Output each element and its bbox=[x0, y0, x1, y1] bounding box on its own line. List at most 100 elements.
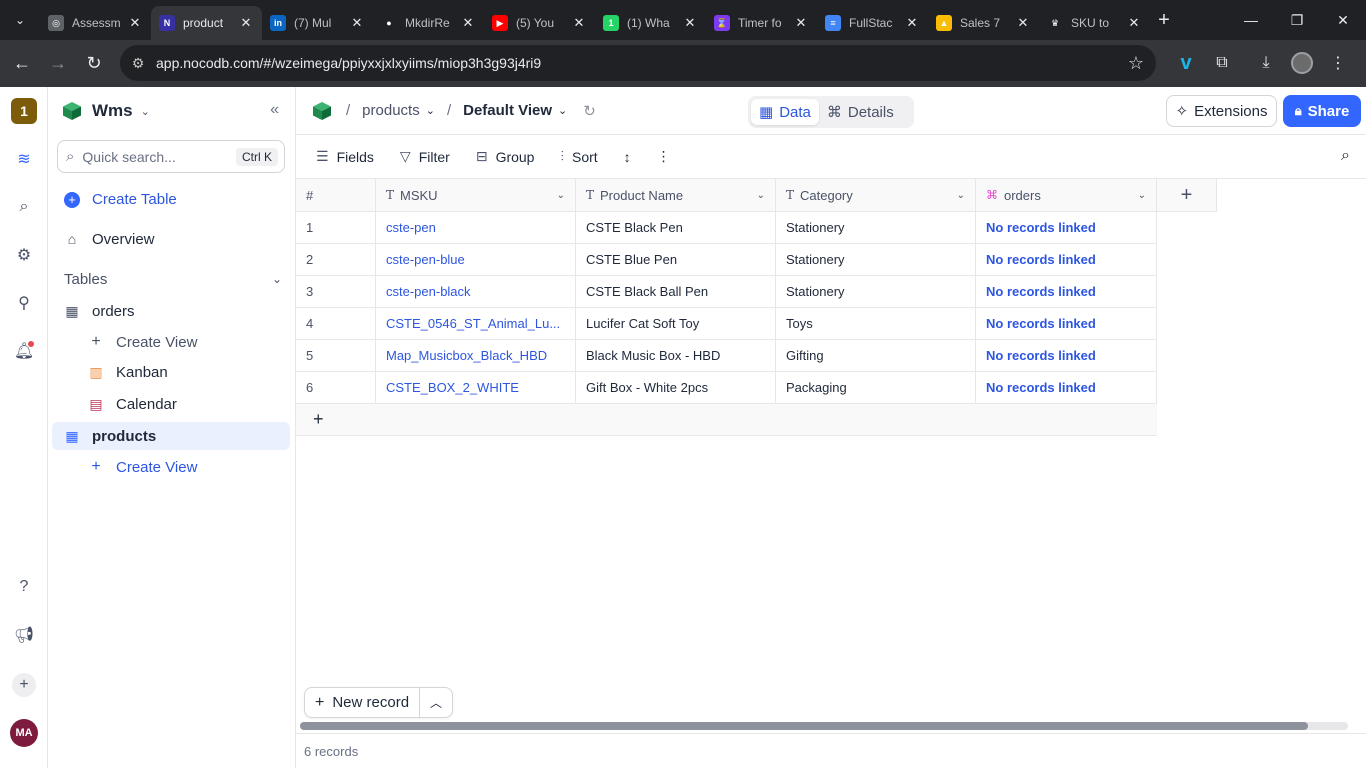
cell-orders-link[interactable]: No records linked bbox=[976, 340, 1157, 372]
cell-category[interactable]: Toys bbox=[776, 308, 976, 340]
announcements-megaphone-icon[interactable]: 📢︎ bbox=[14, 625, 34, 645]
scrollbar-thumb[interactable] bbox=[300, 722, 1308, 730]
cell-orders-link[interactable]: No records linked bbox=[976, 308, 1157, 340]
close-window-button[interactable]: ✕ bbox=[1320, 0, 1366, 40]
cell-row-number[interactable]: 2 bbox=[296, 244, 376, 276]
close-tab-icon[interactable]: ✕ bbox=[460, 15, 476, 31]
cell-orders-link[interactable]: No records linked bbox=[976, 372, 1157, 404]
cell-product-name[interactable]: CSTE Blue Pen bbox=[576, 244, 776, 276]
notifications-bell-icon[interactable]: 🔔︎ bbox=[14, 341, 34, 361]
bookmark-star-icon[interactable]: ☆ bbox=[1116, 53, 1156, 74]
close-tab-icon[interactable]: ✕ bbox=[349, 15, 365, 31]
horizontal-scrollbar[interactable] bbox=[300, 722, 1348, 730]
sidebar-item-products[interactable]: ▦ products bbox=[52, 422, 290, 450]
tab-search-chevron-icon[interactable]: ⌄ bbox=[0, 0, 40, 40]
browser-tab[interactable]: ▲ Sales 7 ✕ bbox=[928, 6, 1039, 40]
chevron-down-icon[interactable]: ⌄ bbox=[757, 190, 765, 201]
browser-tab[interactable]: 1 (1) Wha ✕ bbox=[595, 6, 706, 40]
column-header-msku[interactable]: T MSKU ⌄ bbox=[376, 179, 576, 212]
column-header-product-name[interactable]: T Product Name ⌄ bbox=[576, 179, 776, 212]
chevron-down-icon[interactable]: ⌄ bbox=[1138, 190, 1146, 201]
extensions-puzzle-icon[interactable]: ⧉ bbox=[1204, 46, 1240, 80]
base-header[interactable]: Wms ⌄ bbox=[62, 99, 150, 123]
cell-row-number[interactable]: 6 bbox=[296, 372, 376, 404]
cell-msku[interactable]: CSTE_BOX_2_WHITE bbox=[376, 372, 576, 404]
overview-link[interactable]: ⌂ Overview bbox=[52, 225, 290, 253]
download-icon[interactable]: ⤓ bbox=[1248, 46, 1284, 80]
cell-msku[interactable]: Map_Musicbox_Black_HBD bbox=[376, 340, 576, 372]
chevron-up-icon[interactable]: ︿ bbox=[420, 694, 452, 711]
reload-button[interactable]: ↻ bbox=[76, 46, 112, 82]
search-records-icon[interactable]: ⌕ bbox=[1341, 147, 1350, 165]
minimize-button[interactable]: — bbox=[1228, 0, 1274, 40]
create-view-button[interactable]: + Create View bbox=[76, 328, 290, 356]
cell-row-number[interactable]: 1 bbox=[296, 212, 376, 244]
filter-button[interactable]: ▽ Filter bbox=[390, 143, 460, 171]
cell-category[interactable]: Stationery bbox=[776, 244, 976, 276]
cell-category[interactable]: Stationery bbox=[776, 276, 976, 308]
chevron-down-icon[interactable]: ⌄ bbox=[957, 190, 965, 201]
integrations-plug-icon[interactable]: ⚲ bbox=[14, 293, 34, 313]
browser-tab[interactable]: ≡ FullStac ✕ bbox=[817, 6, 928, 40]
close-tab-icon[interactable]: ✕ bbox=[1015, 15, 1031, 31]
new-record-button[interactable]: + New record bbox=[305, 688, 421, 717]
cell-row-number[interactable]: 3 bbox=[296, 276, 376, 308]
browser-tab[interactable]: Nproduct ✕ bbox=[151, 6, 262, 40]
breadcrumb-view-name[interactable]: Default View bbox=[463, 102, 552, 119]
cell-msku[interactable]: cste-pen-black bbox=[376, 276, 576, 308]
sort-button[interactable]: ⫶ Sort bbox=[550, 143, 607, 171]
user-avatar[interactable]: MA bbox=[10, 719, 38, 747]
create-table-button[interactable]: + Create Table bbox=[52, 185, 290, 213]
search-icon[interactable]: ⌕ bbox=[14, 197, 34, 217]
add-column-button[interactable]: + bbox=[1157, 179, 1217, 212]
settings-gear-icon[interactable]: ⚙ bbox=[14, 245, 34, 265]
column-header-orders[interactable]: ⌘ orders ⌄ bbox=[976, 179, 1157, 212]
restore-button[interactable]: ❐ bbox=[1274, 0, 1320, 40]
sidebar-item-kanban[interactable]: ▥ Kanban bbox=[76, 358, 290, 386]
cell-category[interactable]: Stationery bbox=[776, 212, 976, 244]
cell-row-number[interactable]: 5 bbox=[296, 340, 376, 372]
cell-product-name[interactable]: Black Music Box - HBD bbox=[576, 340, 776, 372]
browser-menu-icon[interactable]: ⋮ bbox=[1320, 46, 1356, 80]
cell-category[interactable]: Gifting bbox=[776, 340, 976, 372]
close-tab-icon[interactable]: ✕ bbox=[904, 15, 920, 31]
browser-tab[interactable]: ♛ SKU to ✕ bbox=[1039, 6, 1150, 40]
tables-section-header[interactable]: Tables ⌄ bbox=[52, 265, 290, 293]
chevron-down-icon[interactable]: ⌄ bbox=[426, 104, 435, 117]
cell-product-name[interactable]: CSTE Black Ball Pen bbox=[576, 276, 776, 308]
cell-product-name[interactable]: CSTE Black Pen bbox=[576, 212, 776, 244]
sidebar-item-calendar[interactable]: ▤ Calendar bbox=[76, 390, 290, 418]
url-text[interactable]: app.nocodb.com/#/wzeimega/ppiyxxjxlxyiim… bbox=[156, 55, 1116, 71]
sidebar-item-orders[interactable]: ▦ orders bbox=[52, 297, 290, 325]
close-tab-icon[interactable]: ✕ bbox=[1126, 15, 1142, 31]
site-settings-icon[interactable]: ⚙ bbox=[120, 55, 156, 72]
fields-button[interactable]: ☰ Fields bbox=[306, 143, 384, 171]
group-button[interactable]: ⊟ Group bbox=[466, 143, 545, 171]
help-icon[interactable]: ? bbox=[14, 577, 34, 597]
workspace-badge[interactable]: 1 bbox=[11, 98, 37, 124]
share-button[interactable]: 🔒︎ Share bbox=[1283, 95, 1361, 127]
create-view-button[interactable]: + Create View bbox=[76, 453, 290, 481]
cell-msku[interactable]: cste-pen bbox=[376, 212, 576, 244]
close-tab-icon[interactable]: ✕ bbox=[127, 15, 143, 31]
more-options-button[interactable]: ⋮ bbox=[647, 143, 681, 171]
row-height-button[interactable]: ↕ bbox=[614, 143, 641, 171]
tab-details[interactable]: ⌘ Details bbox=[819, 99, 902, 125]
add-workspace-icon[interactable]: + bbox=[12, 673, 36, 697]
cell-msku[interactable]: CSTE_0546_ST_Animal_Lu... bbox=[376, 308, 576, 340]
close-tab-icon[interactable]: ✕ bbox=[238, 15, 254, 31]
extensions-button[interactable]: ✧ Extensions bbox=[1166, 95, 1277, 127]
profile-avatar[interactable] bbox=[1284, 46, 1320, 80]
cell-product-name[interactable]: Lucifer Cat Soft Toy bbox=[576, 308, 776, 340]
cell-category[interactable]: Packaging bbox=[776, 372, 976, 404]
tab-data[interactable]: ▦ Data bbox=[751, 99, 819, 125]
collapse-sidebar-icon[interactable]: « bbox=[270, 101, 279, 119]
cell-orders-link[interactable]: No records linked bbox=[976, 244, 1157, 276]
browser-tab[interactable]: in (7) Mul ✕ bbox=[262, 6, 373, 40]
bases-icon[interactable]: ≋ bbox=[14, 149, 34, 169]
browser-tab[interactable]: ● MkdirRe ✕ bbox=[373, 6, 484, 40]
add-row-button[interactable]: + bbox=[296, 404, 1157, 436]
chevron-down-icon[interactable]: ⌄ bbox=[557, 190, 565, 201]
url-omnibox[interactable]: ⚙ app.nocodb.com/#/wzeimega/ppiyxxjxlxyi… bbox=[120, 45, 1156, 81]
browser-tab[interactable]: ◎ Assessm ✕ bbox=[40, 6, 151, 40]
